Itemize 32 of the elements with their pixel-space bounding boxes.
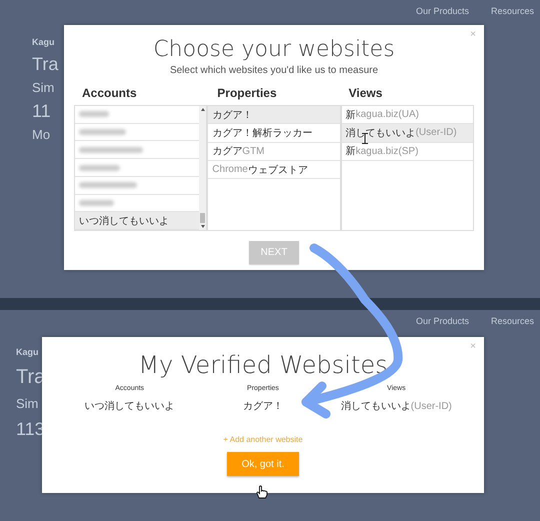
background-text: Kagu (32, 38, 54, 47)
list-item[interactable]: いつ消してもいいよ (75, 212, 200, 230)
add-website-link[interactable]: + Add another website (223, 435, 303, 444)
column-heading: Properties (216, 86, 278, 102)
background-text: Sim (16, 397, 38, 410)
website-value: 消してもいいよ(User-ID) (340, 400, 452, 413)
dialog-title: Choose your websites (153, 37, 395, 62)
background-text: Tra (32, 55, 58, 73)
nav-link[interactable]: Our Products (416, 316, 469, 326)
nav-link[interactable]: Resources (490, 6, 534, 16)
list-item[interactable]: カグア！解析ラッカー (208, 124, 340, 143)
column-heading: Accounts (81, 86, 138, 102)
list-item[interactable]: 新kagua.biz(SP) (342, 142, 473, 161)
list-item[interactable]: 消してもいいよ(User-ID) (342, 124, 473, 143)
list-item[interactable]: Chromeウェブストア (208, 160, 340, 180)
nav-link[interactable]: Resources (490, 316, 534, 326)
dialog-title: My Verified Websites (138, 351, 388, 379)
list-item[interactable]: カグアGTM (208, 142, 340, 161)
column-heading: Views (348, 86, 384, 102)
scrollbar[interactable] (199, 106, 206, 230)
list-item[interactable]: カグア！ (208, 106, 340, 124)
nav-link[interactable]: Our Products (416, 6, 469, 16)
close-button[interactable]: × (470, 341, 476, 352)
website-value: カグア！ (242, 400, 283, 413)
background-text: Sim (32, 81, 54, 94)
background-text: Mo (32, 128, 50, 141)
ok-button[interactable]: Ok, got it. (227, 452, 299, 476)
background-text: Kagu (16, 348, 38, 357)
dialog-subtitle: Select which websites you'd like us to measure (170, 65, 378, 76)
close-button[interactable]: × (470, 29, 476, 40)
background-text: 11 (32, 102, 51, 120)
website-value: いつ消してもいいよ (84, 400, 175, 413)
